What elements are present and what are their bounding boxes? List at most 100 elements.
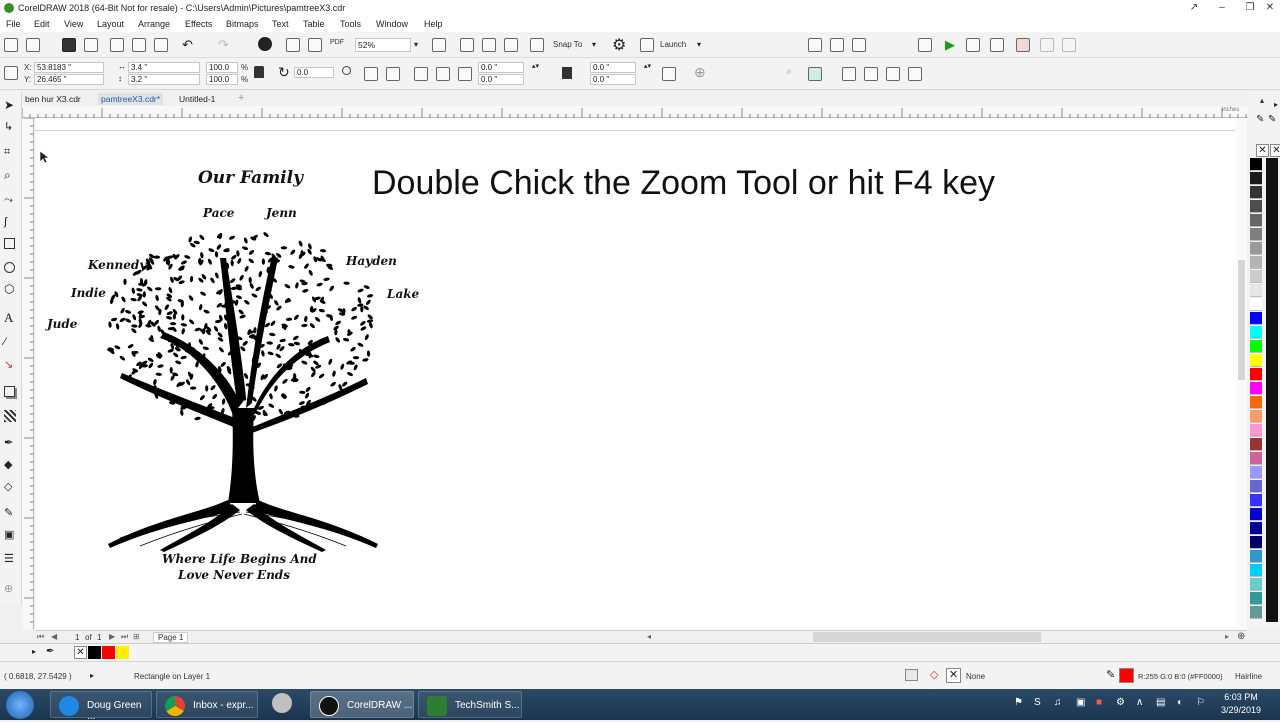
new-document-icon[interactable] bbox=[4, 38, 18, 52]
tab-untitled[interactable]: Untitled-1 bbox=[176, 93, 218, 105]
zoom-dropdown-icon[interactable]: ▾ bbox=[414, 40, 418, 49]
vertical-ruler[interactable] bbox=[22, 118, 34, 630]
snap-to-dropdown[interactable]: Snap To bbox=[553, 40, 582, 49]
page-nav-first-icon[interactable]: ⏮ bbox=[37, 632, 44, 642]
align-icon[interactable]: ☰ bbox=[4, 552, 18, 566]
name-lake[interactable]: Lake bbox=[387, 287, 419, 301]
smart-fill-icon[interactable]: ◇ bbox=[4, 480, 18, 494]
text-edit-icon[interactable] bbox=[852, 38, 866, 52]
network-icon[interactable]: ▤ bbox=[1156, 697, 1168, 709]
color-proof-icon[interactable] bbox=[905, 669, 918, 681]
interactive-fill-icon[interactable]: ◆ bbox=[4, 458, 18, 472]
show-guidelines-icon[interactable] bbox=[504, 38, 518, 52]
corner-radius-4-field[interactable]: 0.0 " bbox=[590, 74, 636, 85]
rotation-center-icon[interactable] bbox=[342, 66, 351, 75]
name-jenn[interactable]: Jenn bbox=[266, 206, 297, 220]
close-button[interactable]: ✕ bbox=[1256, 0, 1280, 16]
horizontal-scroll-thumb[interactable] bbox=[813, 632, 1041, 642]
height-field[interactable]: 3.2 " bbox=[128, 74, 200, 85]
palette-swatch[interactable] bbox=[1250, 214, 1262, 227]
full-screen-icon[interactable] bbox=[432, 38, 446, 52]
palette-swatch[interactable] bbox=[1250, 480, 1262, 493]
menu-window[interactable]: Window bbox=[376, 19, 408, 29]
mirror-horizontal-icon[interactable] bbox=[364, 67, 378, 81]
to-back-icon[interactable] bbox=[864, 67, 878, 81]
menu-file[interactable]: File bbox=[6, 19, 21, 29]
page-nav-last-icon[interactable]: ⏭ bbox=[121, 632, 128, 642]
instruction-headline[interactable]: Double Chick the Zoom Tool or hit F4 key bbox=[372, 164, 995, 203]
add-tool-icon[interactable]: ⊕ bbox=[4, 582, 18, 596]
record-macro-icon[interactable] bbox=[966, 38, 980, 52]
zoom-tool-icon[interactable]: ⌕ bbox=[4, 168, 18, 182]
palette-black-swatch[interactable] bbox=[88, 646, 101, 659]
menu-edit[interactable]: Edit bbox=[34, 19, 50, 29]
window-icon[interactable] bbox=[918, 38, 932, 52]
scalloped-corner-icon[interactable] bbox=[436, 67, 450, 81]
zoom-navigator-icon[interactable]: ⊕ bbox=[1237, 631, 1245, 642]
palette-swatch[interactable] bbox=[1250, 508, 1262, 521]
publish-pdf-button[interactable]: PDF bbox=[330, 39, 344, 46]
crop-tool-icon[interactable]: ⌗ bbox=[4, 146, 18, 160]
paste-icon[interactable] bbox=[154, 38, 168, 52]
expand-bar-icon[interactable]: » bbox=[786, 66, 792, 77]
add-page-icon[interactable]: ⊞ bbox=[133, 632, 140, 641]
palette-swatches-2[interactable] bbox=[1266, 158, 1278, 622]
cut-icon[interactable] bbox=[110, 38, 124, 52]
minimize-button[interactable]: – bbox=[1208, 0, 1236, 16]
palette-swatch[interactable] bbox=[1250, 368, 1262, 381]
zoom-level-field[interactable]: 52% bbox=[355, 38, 411, 52]
new-tab-icon[interactable]: + bbox=[238, 92, 244, 104]
menu-bitmaps[interactable]: Bitmaps bbox=[226, 19, 259, 29]
vertical-scroll-thumb[interactable] bbox=[1238, 260, 1245, 380]
menu-help[interactable]: Help bbox=[424, 19, 443, 29]
clock-time[interactable]: 6:03 PM bbox=[1218, 692, 1264, 702]
menu-arrange[interactable]: Arrange bbox=[138, 19, 170, 29]
start-button[interactable] bbox=[6, 691, 34, 719]
palette-swatch[interactable] bbox=[1250, 438, 1262, 451]
tab-pamtree[interactable]: pamtreeX3.cdr* bbox=[98, 93, 164, 105]
family-tree-illustration[interactable] bbox=[100, 228, 384, 554]
palette-swatch[interactable] bbox=[1250, 228, 1262, 241]
palette-swatch[interactable] bbox=[1250, 494, 1262, 507]
palette-swatch[interactable] bbox=[1250, 172, 1262, 185]
palette-swatch[interactable] bbox=[1250, 424, 1262, 437]
page-nav-next-icon[interactable]: ▶ bbox=[109, 632, 115, 641]
snap-icon[interactable] bbox=[530, 38, 544, 52]
tray-red-icon[interactable]: ■ bbox=[1096, 697, 1108, 709]
text-tool-icon[interactable]: A bbox=[4, 310, 18, 325]
clock-date[interactable]: 3/29/2019 bbox=[1216, 705, 1266, 715]
chamfered-corner-icon[interactable] bbox=[458, 67, 472, 81]
menu-view[interactable]: View bbox=[64, 19, 83, 29]
stop-macro-icon[interactable] bbox=[1016, 38, 1030, 52]
outline-pen-docker-icon[interactable]: ✎ bbox=[1256, 114, 1264, 125]
taskbar-item-edge[interactable]: Doug Green ... bbox=[50, 691, 152, 722]
tray-monitor-icon[interactable]: ▣ bbox=[1076, 697, 1088, 709]
menu-effects[interactable]: Effects bbox=[185, 19, 212, 29]
launch-icon[interactable] bbox=[640, 38, 654, 52]
palette-swatch[interactable] bbox=[1250, 522, 1262, 535]
taskbar-pinned-app-icon[interactable] bbox=[272, 693, 292, 713]
show-rulers-icon[interactable] bbox=[460, 38, 474, 52]
run-macro-icon[interactable]: ▶ bbox=[945, 37, 955, 53]
quick-customize-icon[interactable] bbox=[908, 67, 922, 81]
tray-flag-icon[interactable]: ⚐ bbox=[1196, 697, 1208, 709]
open-icon[interactable] bbox=[26, 38, 40, 52]
print-icon[interactable] bbox=[84, 38, 98, 52]
search-content-icon[interactable] bbox=[258, 37, 272, 51]
scale-height-field[interactable]: 100.0 bbox=[206, 74, 238, 85]
palette-swatch[interactable] bbox=[1250, 200, 1262, 213]
eyedropper-icon[interactable]: ✒ bbox=[4, 436, 18, 450]
status-arrow-icon[interactable]: ▸ bbox=[90, 671, 94, 680]
vertical-scrollbar[interactable] bbox=[1236, 118, 1247, 630]
palette-swatch[interactable] bbox=[1250, 354, 1262, 367]
no-color-swatch-2[interactable]: ✕ bbox=[1270, 144, 1280, 157]
palette-swatch[interactable] bbox=[1250, 606, 1262, 619]
connector-tool-icon[interactable]: ↘ bbox=[4, 358, 18, 372]
transparency-tool-icon[interactable] bbox=[4, 410, 16, 422]
corner-stepper-2-icon[interactable]: ▴▾ bbox=[644, 62, 651, 70]
launch-dropdown[interactable]: Launch bbox=[660, 40, 686, 49]
tray-app-icon[interactable]: ⚑ bbox=[1014, 697, 1026, 709]
volume-icon[interactable]: ♫ bbox=[1054, 697, 1066, 709]
palette-swatch[interactable] bbox=[1250, 550, 1262, 563]
no-color-swatch[interactable]: ✕ bbox=[1256, 144, 1269, 157]
